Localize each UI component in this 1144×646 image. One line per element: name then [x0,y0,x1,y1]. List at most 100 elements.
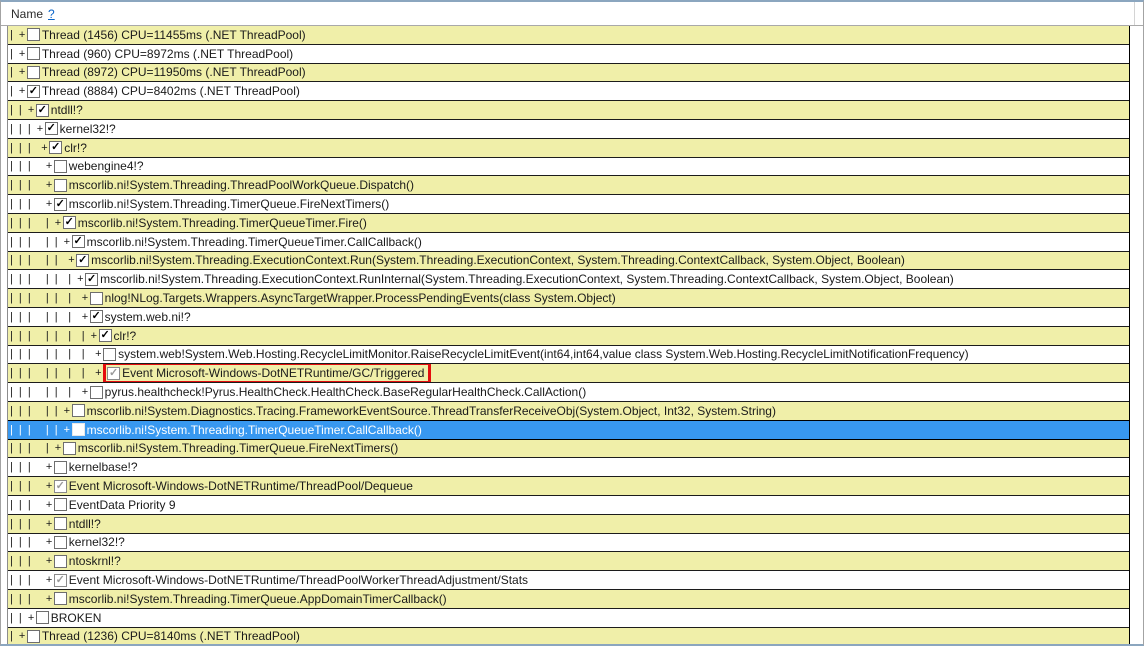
help-link[interactable]: ? [48,7,55,21]
tree-expander[interactable]: | + [10,85,27,97]
tree-row[interactable]: | + ✓ Thread (8884) CPU=8402ms (.NET Threa… [8,82,1129,102]
tree-expander[interactable]: | | | | | + [10,405,72,417]
tree-row[interactable]: | | | | | + ✓ mscorlib.ni!System.Threading… [8,232,1129,252]
row-checkbox[interactable] [26,28,40,42]
tree-row[interactable]: | + Thread (8972) CPU=11950ms (.NET Threa… [8,63,1129,83]
tree-row[interactable]: | | | + ✓ Event Microsoft-Windows-DotNETRu… [8,571,1129,590]
tree-expander[interactable]: | | | | | | + [10,386,90,398]
row-checkbox[interactable]: ✓ [53,479,67,493]
tree-row[interactable]: | | | + kernelbase!? [8,458,1129,478]
tree-expander[interactable]: | + [10,48,27,60]
row-checkbox[interactable] [71,404,85,418]
row-checkbox[interactable]: ✓ [71,235,85,249]
tree-expander[interactable]: | | | | + [10,442,63,454]
row-checkbox[interactable] [89,385,103,399]
tree-row[interactable]: | | | | | | + nlog!NLog.Targets.Wrappers.… [8,289,1129,308]
tree-row[interactable]: | + Thread (960) CPU=8972ms (.NET ThreadP… [8,44,1129,64]
row-checkbox[interactable]: ✓ [35,103,49,117]
tree-expander[interactable]: | + [10,630,27,642]
tree-expander[interactable]: | | | + [10,179,54,191]
tree-row[interactable]: | | | | + mscorlib.ni!System.Threading.Ti… [8,439,1129,459]
tree-expander[interactable]: | | | | + [10,217,63,229]
row-checkbox[interactable]: ✓ [53,573,67,587]
tree-row[interactable]: | | | + mscorlib.ni!System.Threading.Thre… [8,176,1129,196]
tree-expander[interactable]: | | | + [10,574,54,586]
tree-row[interactable]: | | | + ✓ Event Microsoft-Windows-DotNETRu… [8,477,1129,496]
tree-expander[interactable]: | | | + [10,123,45,135]
tree-row[interactable]: | | | + webengine4!? [8,157,1129,177]
row-checkbox[interactable]: ✓ [26,84,40,98]
tree-expander[interactable]: | | | + [10,499,54,511]
row-checkbox[interactable] [103,347,117,361]
tree-row[interactable]: | | | + EventData Priority 9 [8,495,1129,515]
tree-expander[interactable]: | | | | | + [10,424,72,436]
row-checkbox[interactable]: ✓ [89,310,103,324]
tree-expander[interactable]: | | | | | + [10,254,76,266]
tree-expander[interactable]: | | | | | | | + [10,330,99,342]
row-checkbox[interactable] [53,460,67,474]
row-checkbox[interactable]: ✓ [53,197,67,211]
tree-expander[interactable]: | | | + [10,555,54,567]
tree-row[interactable]: | | + ✓ ntdll!? [8,101,1129,120]
tree-row[interactable]: | | | | | + mscorlib.ni!System.Diagnostic… [8,401,1129,421]
row-checkbox[interactable] [62,441,76,455]
calltree-rows[interactable]: | + Thread (1456) CPU=11455ms (.NET Threa… [7,26,1130,644]
row-checkbox[interactable] [35,611,49,625]
tree-expander[interactable]: | | | + [10,480,54,492]
tree-expander[interactable]: | | + [10,612,36,624]
row-checkbox[interactable] [53,592,67,606]
row-checkbox[interactable] [53,517,67,531]
tree-row[interactable]: | | | | | + ✓ mscorlib.ni!System.Threading… [8,251,1129,271]
tree-expander[interactable]: | | + [10,104,36,116]
row-checkbox[interactable] [53,178,67,192]
tree-row[interactable]: | + Thread (1456) CPU=11455ms (.NET Threa… [8,26,1129,45]
row-checkbox[interactable] [71,423,85,437]
tree-expander[interactable]: | | | | | + [10,236,72,248]
row-checkbox[interactable]: ✓ [76,253,90,267]
tree-row[interactable]: | | | | | | + ✓ system.web.ni!? [8,307,1129,327]
tree-expander[interactable]: | | | | | | + [10,292,90,304]
tree-expander[interactable]: | + [10,29,27,41]
tree-expander[interactable]: | | | | | | + [10,273,85,285]
tree-expander[interactable]: | + [10,66,27,78]
tree-expander[interactable]: | | | + [10,536,54,548]
tree-row[interactable]: | | | + kernel32!? [8,533,1129,553]
row-checkbox[interactable] [53,535,67,549]
tree-row[interactable]: | | | | + ✓ mscorlib.ni!System.Threading.T… [8,213,1129,233]
row-checkbox[interactable] [26,47,40,61]
row-checkbox[interactable] [26,65,40,79]
tree-expander[interactable]: | | | + [10,160,54,172]
tree-expander[interactable]: | | | + [10,198,54,210]
tree-row[interactable]: | | | + ntdll!? [8,514,1129,534]
row-checkbox[interactable] [53,498,67,512]
tree-row[interactable]: | | | | | | | + ✓ clr!? [8,326,1129,346]
tree-row[interactable]: | | | + ntoskrnl!? [8,552,1129,572]
tree-row[interactable]: | | | + ✓ clr!? [8,138,1129,158]
row-checkbox[interactable]: ✓ [85,272,99,286]
tree-row[interactable]: | | | | | | | + ✓ Event Microsoft-Windows-… [8,364,1129,384]
tree-row[interactable]: | | | | | | + ✓ mscorlib.ni!System.Threadi… [8,270,1129,290]
tree-row[interactable]: | | | + ✓ kernel32!? [8,119,1129,139]
row-checkbox[interactable] [53,159,67,173]
tree-row[interactable]: | | | | | | | + system.web!System.Web.Hos… [8,345,1129,365]
tree-row[interactable]: | | + BROKEN [8,608,1129,628]
tree-expander[interactable]: | | | | | | + [10,311,90,323]
row-checkbox[interactable] [89,291,103,305]
tree-expander[interactable]: | | | + [10,593,54,605]
row-checkbox[interactable]: ✓ [44,122,58,136]
row-checkbox[interactable] [26,629,40,643]
tree-row[interactable]: | + Thread (1236) CPU=8140ms (.NET Thread… [8,627,1129,644]
tree-expander[interactable]: | | | | | | | + [10,348,103,360]
row-checkbox[interactable]: ✓ [49,141,63,155]
tree-expander[interactable]: | | | | | | | + [10,367,103,379]
tree-row[interactable]: | | | | | | + pyrus.healthcheck!Pyrus.Hea… [8,383,1129,402]
row-checkbox[interactable]: ✓ [107,366,121,380]
row-checkbox[interactable]: ✓ [98,329,112,343]
tree-expander[interactable]: | | | + [10,518,54,530]
tree-row[interactable]: | | | + mscorlib.ni!System.Threading.Time… [8,589,1129,609]
row-checkbox[interactable] [53,554,67,568]
row-checkbox[interactable]: ✓ [62,216,76,230]
tree-expander[interactable]: | | | + [10,142,49,154]
tree-expander[interactable]: | | | + [10,461,54,473]
tree-row-selected[interactable]: | | | | | + mscorlib.ni!System.Threading.… [8,419,1129,440]
